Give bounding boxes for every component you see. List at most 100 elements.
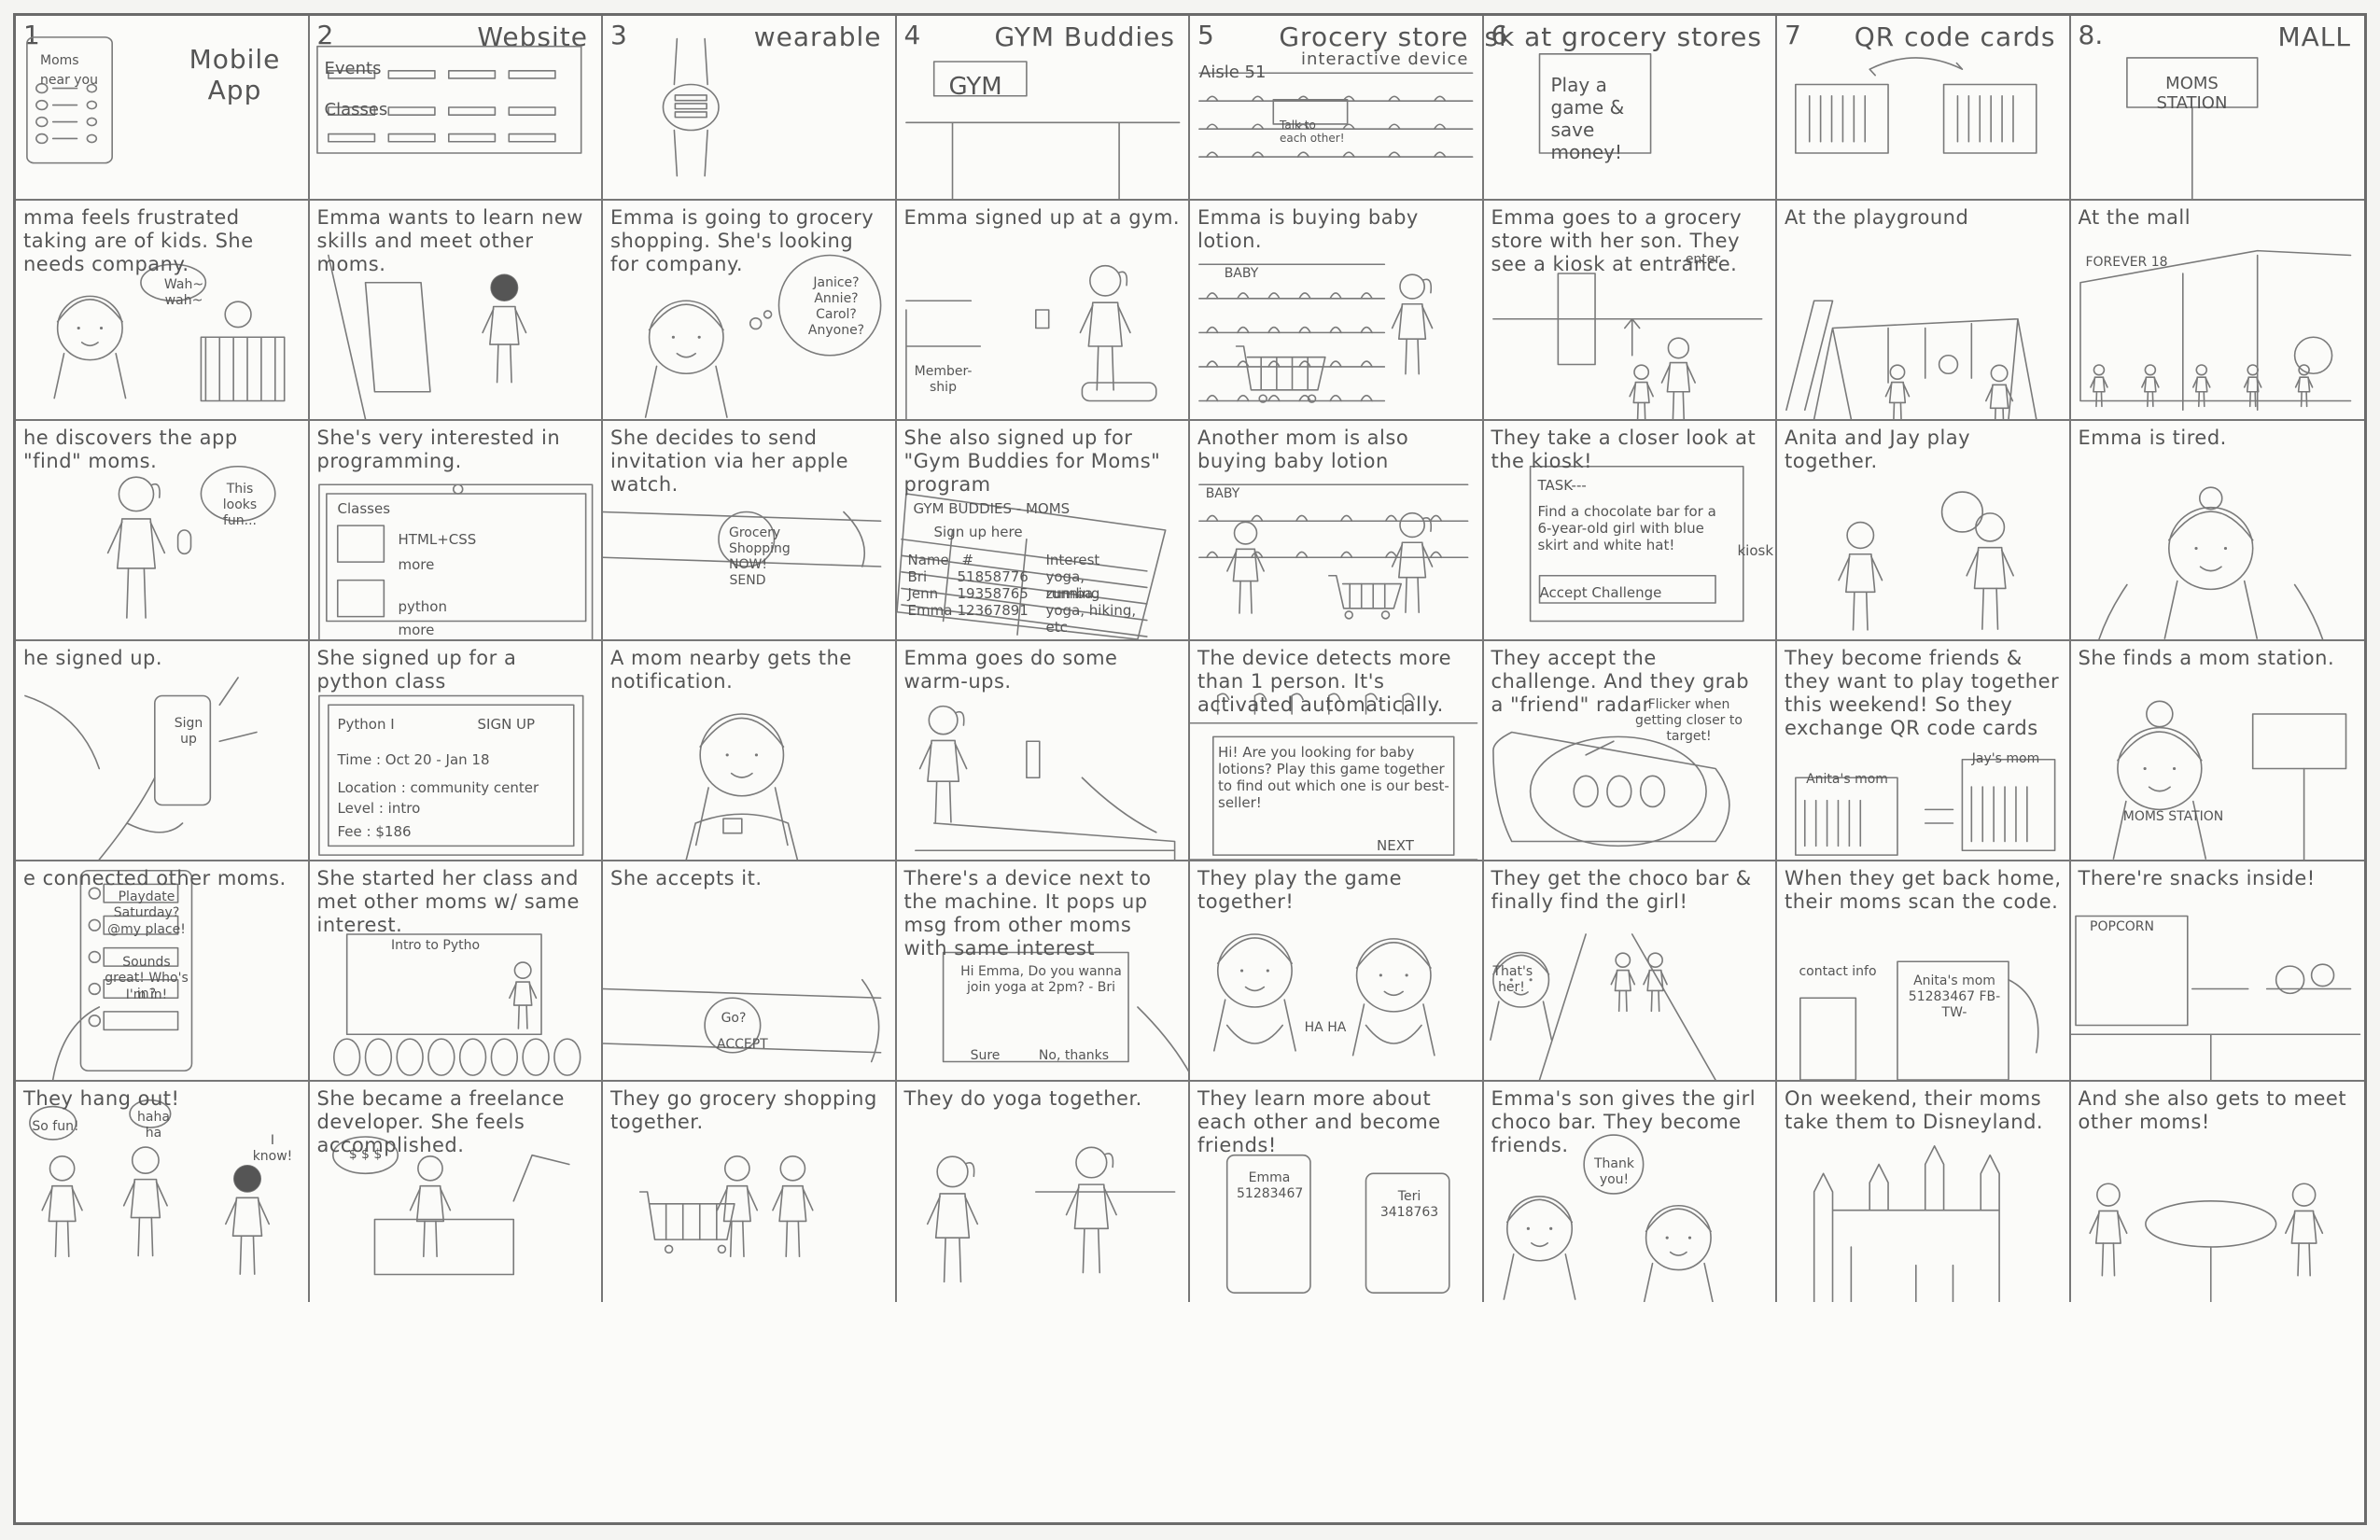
story-panel-5-2: She became a freelance developer. She fe… — [310, 1082, 603, 1302]
sketch-drawing — [16, 16, 308, 199]
speech-bubble-text: Jenn — [907, 585, 939, 602]
speech-bubble-text: BABY — [1205, 486, 1240, 501]
speech-bubble-text: Anita's mom — [1806, 772, 1888, 787]
story-panel-3-5: The device detects more than 1 person. I… — [1190, 641, 1484, 861]
header-panel-5: 5 Grocery store Aisle 51 interactive device… — [1190, 16, 1484, 201]
speech-bubble-text: # — [961, 552, 974, 568]
story-panel-2-1: he discovers the app "find" moms. This lo… — [16, 421, 310, 641]
sketch-drawing — [897, 1082, 1189, 1302]
speech-bubble-text: Emma — [907, 602, 953, 619]
panel-caption: The device detects more than 1 person. I… — [1197, 647, 1452, 716]
speech-bubble-text: more — [398, 556, 435, 573]
speech-bubble-text: Sign up here — [933, 524, 1023, 540]
speech-bubble-text: I'm in! — [125, 987, 168, 1002]
speech-bubble-text: Accept Challenge — [1539, 584, 1662, 601]
speech-bubble-text: Sure — [970, 1048, 1001, 1063]
speech-bubble-text: haha ha — [137, 1110, 170, 1141]
speech-bubble-text: BABY — [1224, 266, 1259, 281]
panel-caption: On weekend, their moms take them to Disn… — [1785, 1087, 2044, 1133]
panel-caption: And she also gets to meet other moms! — [2078, 1087, 2347, 1133]
panel-caption: There's a device next to the machine. It… — [903, 867, 1152, 959]
speech-bubble-text: python — [398, 598, 447, 615]
speech-bubble-text: Janice? Annie? Carol? Anyone? — [807, 275, 865, 338]
story-panel-3-1: he signed up. Sign up — [16, 641, 310, 861]
speech-bubble-text: That's her! — [1492, 964, 1533, 995]
story-panel-1-8: At the mall FOREVER 18 — [2070, 201, 2364, 421]
speech-bubble-text: kiosk — [1737, 542, 1774, 559]
story-panel-3-4: Emma goes do some warm-ups. — [896, 641, 1190, 861]
speech-bubble-text: GYM BUDDIES - MOMS — [913, 500, 1071, 517]
story-panel-2-4: She also signed up for "Gym Buddies for … — [896, 421, 1190, 641]
speech-bubble-text: ACCEPT — [717, 1037, 768, 1052]
speech-bubble-text: Hi! Are you looking for baby lotions? Pl… — [1218, 744, 1449, 811]
panel-caption: e connected other moms. — [23, 867, 287, 889]
speech-bubble-text: Wah~ wah~ — [163, 277, 204, 308]
sketch-drawing — [897, 16, 1189, 199]
story-panel-4-6: They get the choco bar & finally find th… — [1483, 861, 1777, 1082]
sketch-drawing — [16, 641, 308, 860]
speech-bubble-text: HA HA — [1304, 1020, 1347, 1035]
panel-caption: She signed up for a python class — [316, 647, 517, 693]
speech-bubble-text: 19358765 — [957, 585, 1029, 602]
story-panel-2-2: She's very interested in programming. Cla… — [309, 421, 603, 641]
speech-bubble-text: more — [398, 622, 435, 638]
panel-caption: Emma goes do some warm-ups. — [903, 647, 1118, 693]
story-panel-2-6: They take a closer look at the kiosk! TAS… — [1483, 421, 1777, 641]
story-panel-1-6: Emma goes to a grocery store with her so… — [1483, 201, 1777, 421]
story-panel-3-3: A mom nearby gets the notification. — [603, 641, 897, 861]
panel-caption: At the mall — [2078, 206, 2191, 229]
panel-caption: They hang out! — [23, 1087, 180, 1110]
story-panel-5-4: They do yoga together. — [897, 1082, 1190, 1302]
panel-caption: When they get back home, their moms scan… — [1785, 867, 2062, 913]
story-panel-5-7: On weekend, their moms take them to Disn… — [1777, 1082, 2071, 1302]
sketch-drawing — [2071, 861, 2365, 1080]
speech-bubble-text: zumba — [1045, 585, 1094, 602]
sketch-drawing — [603, 16, 895, 199]
story-panel-2-7: Anita and Jay play together. — [1777, 421, 2071, 641]
story-panel-5-3: They go grocery shopping together. — [603, 1082, 897, 1302]
story-panel-2-3: She decides to send invitation via her a… — [603, 421, 897, 641]
aisle-sign: Aisle 51 — [1199, 63, 1267, 82]
panel-subtitle: interactive device — [1301, 49, 1469, 69]
speech-bubble-text: FOREVER 18 — [2085, 255, 2168, 270]
app-heading: Moms near you — [40, 53, 98, 88]
panel-caption: Emma signed up at a gym. — [903, 206, 1181, 229]
panel-caption: he signed up. — [23, 647, 163, 669]
panel-caption: At the playground — [1785, 206, 1969, 229]
story-panel-4-1: e connected other moms. Playdate Saturday… — [16, 861, 310, 1082]
story-panel-4-5: They play the game together! HA HA — [1190, 861, 1484, 1082]
speech-bubble-text: @my place! — [107, 922, 186, 937]
panel-caption: Emma is buying baby lotion. — [1197, 206, 1419, 252]
story-panel-5-8: And she also gets to meet other moms! — [2071, 1082, 2365, 1302]
panel-caption: Emma is tired. — [2078, 427, 2227, 449]
speech-bubble-text: Fee : $186 — [337, 823, 412, 840]
speech-bubble-text: Flicker when getting closer to target! — [1635, 697, 1743, 744]
speech-bubble-text: Teri 3418763 — [1379, 1189, 1439, 1220]
speech-bubble-text: enter — [1685, 252, 1721, 267]
panel-caption: They go grocery shopping together. — [610, 1087, 877, 1133]
speech-bubble-text: Anita's mom 51283467 FB- TW- — [1908, 973, 2001, 1020]
speech-bubble-text: NEXT — [1377, 837, 1414, 854]
story-panel-1-2: Emma wants to learn new skills and meet … — [309, 201, 603, 421]
header-panel-4: 4 GYM Buddies GYM — [896, 16, 1190, 201]
speech-bubble-text: Grocery Shopping NOW! SEND — [729, 525, 791, 588]
header-panel-1: 1 Mobile App Moms near you — [16, 16, 310, 201]
panel-caption: She started her class and met other moms… — [316, 867, 580, 936]
story-panel-5-5: They learn more about each other and bec… — [1190, 1082, 1484, 1302]
panel-caption: She accepts it. — [610, 867, 763, 889]
panel-caption: She also signed up for "Gym Buddies for … — [903, 427, 1161, 496]
sketch-drawing — [2071, 641, 2365, 860]
kiosk-screen-text: Play a game & save money! — [1550, 74, 1625, 163]
speech-bubble-text: Go? — [721, 1011, 747, 1026]
speech-bubble-text: Find a chocolate bar for a 6-year-old gi… — [1537, 503, 1716, 553]
speech-bubble-text: Interest — [1045, 552, 1100, 568]
sketch-drawing — [1777, 201, 2069, 419]
speech-bubble-text: So fun! — [32, 1119, 79, 1134]
speech-bubble-text: POPCORN — [2090, 919, 2154, 934]
speech-bubble-text: This looks fun... — [222, 482, 258, 528]
story-panel-1-4: Emma signed up at a gym. Member-ship — [896, 201, 1190, 421]
panel-caption: They learn more about each other and bec… — [1197, 1087, 1441, 1156]
story-panel-4-4: There's a device next to the machine. It… — [896, 861, 1190, 1082]
story-panel-4-3: She accepts it. Go? ACCEPT — [603, 861, 897, 1082]
speech-bubble-text: TASK--- — [1537, 477, 1587, 494]
